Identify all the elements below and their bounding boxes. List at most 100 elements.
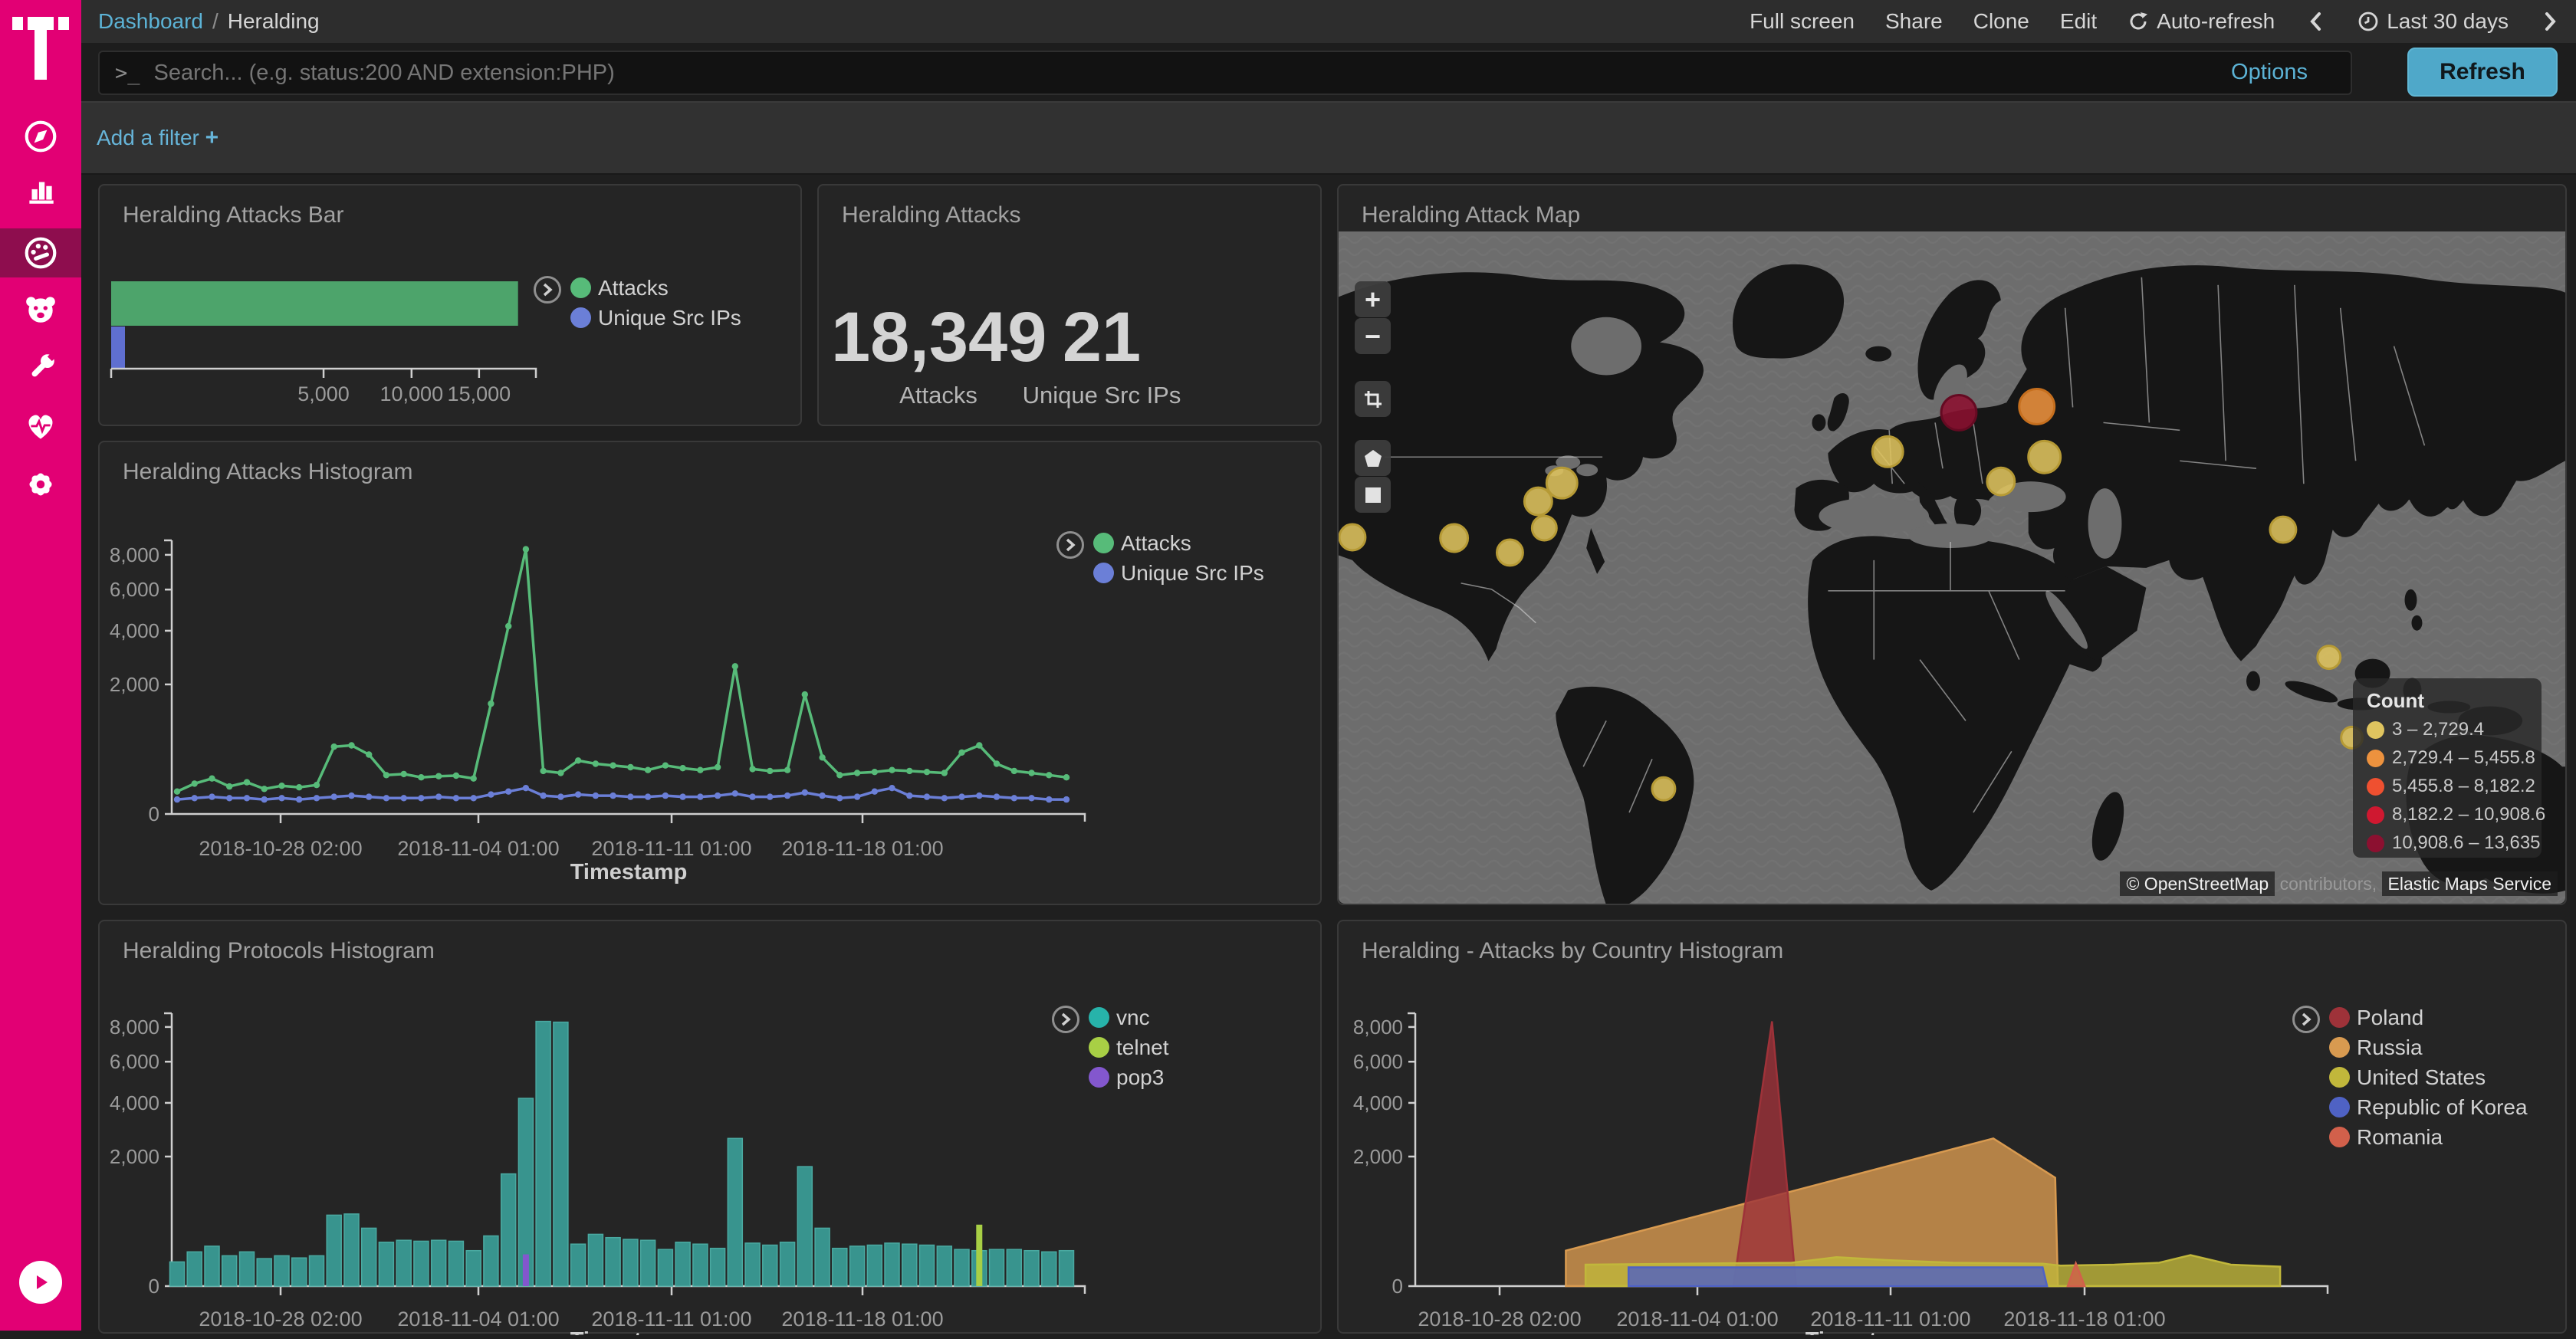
svg-text:2018-11-18 01:00: 2018-11-18 01:00: [2003, 1308, 2165, 1331]
svg-text:2018-11-18 01:00: 2018-11-18 01:00: [781, 837, 943, 860]
map-legend-dot: [2367, 750, 2384, 767]
legend-toggle-button[interactable]: [2292, 1006, 2320, 1033]
plus-icon: +: [205, 125, 219, 150]
legend-toggle-button[interactable]: [1052, 1006, 1079, 1033]
map-legend-item: 10,908.6 – 13,635: [2367, 832, 2542, 854]
sidebar-item-management[interactable]: [0, 460, 81, 509]
t-mobile-logo[interactable]: [8, 11, 74, 84]
legend-item[interactable]: Romania: [2329, 1127, 2528, 1147]
svg-text:8,000: 8,000: [110, 543, 159, 566]
map-legend-label: 3 – 2,729.4: [2392, 719, 2484, 740]
legend-item[interactable]: pop3: [1089, 1067, 1169, 1088]
map-legend-dot: [2367, 835, 2384, 852]
legend-label: Unique Src IPs: [598, 307, 741, 328]
metric-value: 21: [994, 302, 1209, 372]
legend-item[interactable]: Russia: [2329, 1037, 2528, 1058]
legend-toggle-button[interactable]: [534, 276, 561, 304]
sidebar-item-monitoring[interactable]: [0, 402, 81, 451]
add-filter-link[interactable]: Add a filter +: [97, 125, 219, 151]
map-legend-label: 8,182.2 – 10,908.6: [2392, 804, 2545, 825]
legend-label: Russia: [2357, 1037, 2423, 1058]
ems-link[interactable]: Elastic Maps Service: [2382, 871, 2558, 896]
svg-text:15,000: 15,000: [448, 382, 511, 405]
legend-color-dot: [1093, 533, 1114, 553]
options-link[interactable]: Options: [2231, 43, 2308, 101]
legend-color-dot: [2329, 1127, 2350, 1147]
legend-item[interactable]: Republic of Korea: [2329, 1097, 2528, 1117]
bar-chart-icon: [23, 173, 58, 208]
breadcrumb-current: Heralding: [228, 9, 320, 34]
query-bar: >_ Options Refresh: [81, 43, 2576, 101]
chart-legend: Attacks Unique Src IPs: [1056, 533, 1264, 592]
map-fit-bounds-button[interactable]: [1355, 381, 1391, 417]
sidebar: [0, 0, 81, 1331]
osm-link[interactable]: © OpenStreetMap: [2120, 871, 2275, 896]
chevron-right-icon[interactable]: [2539, 11, 2561, 32]
refresh-button[interactable]: Refresh: [2407, 48, 2558, 97]
svg-text:2,000: 2,000: [110, 673, 159, 696]
legend-label: Attacks: [598, 277, 669, 298]
svg-text:2018-10-28 02:00: 2018-10-28 02:00: [1418, 1308, 1581, 1331]
search-input-container: >_: [98, 51, 2352, 95]
panel-heralding-attacks-histogram: Heralding Attacks Histogram 02,0004,0006…: [98, 441, 1322, 905]
map-draw-polygon-button[interactable]: [1355, 440, 1391, 476]
chart-legend: vnc telnet pop3: [1052, 1007, 1169, 1097]
clone-button[interactable]: Clone: [1973, 9, 2029, 34]
time-range-picker[interactable]: Last 30 days: [2358, 9, 2509, 34]
svg-text:Timestamp: Timestamp: [570, 1328, 688, 1335]
svg-text:2018-11-04 01:00: 2018-11-04 01:00: [1616, 1308, 1778, 1331]
svg-text:8,000: 8,000: [1353, 1016, 1403, 1039]
map-legend-label: 10,908.6 – 13,635: [2392, 832, 2541, 854]
dashboard-gauge-icon: [23, 235, 58, 271]
legend-label: pop3: [1116, 1067, 1164, 1088]
sidebar-item-visualize[interactable]: [0, 166, 81, 215]
search-input[interactable]: [154, 61, 2351, 86]
world-map[interactable]: + −: [1339, 231, 2565, 904]
legend-item[interactable]: Unique Src IPs: [570, 307, 741, 328]
attacks-histogram-chart[interactable]: 02,0004,0006,0008,0002018-10-28 02:00201…: [100, 442, 1323, 907]
map-zoom-in-button[interactable]: +: [1355, 281, 1391, 317]
legend-item[interactable]: Unique Src IPs: [1093, 563, 1264, 583]
legend-item[interactable]: telnet: [1089, 1037, 1169, 1058]
map-zoom-out-button[interactable]: −: [1355, 318, 1391, 354]
legend-color-dot: [1089, 1067, 1109, 1088]
sidebar-item-timelion[interactable]: [0, 284, 81, 333]
svg-text:2018-10-28 02:00: 2018-10-28 02:00: [199, 837, 362, 860]
sidebar-item-dashboard[interactable]: [0, 228, 81, 277]
legend-item[interactable]: Attacks: [570, 277, 741, 298]
share-button[interactable]: Share: [1885, 9, 1943, 34]
legend-item[interactable]: vnc: [1089, 1007, 1169, 1028]
svg-text:2018-11-11 01:00: 2018-11-11 01:00: [591, 1308, 751, 1331]
chart-legend: Poland Russia United States Republic of …: [2292, 1007, 2528, 1157]
svg-text:0: 0: [149, 802, 159, 825]
full-screen-button[interactable]: Full screen: [1750, 9, 1855, 34]
svg-text:2,000: 2,000: [1353, 1145, 1403, 1168]
legend-item[interactable]: United States: [2329, 1067, 2528, 1088]
protocols-histogram-chart[interactable]: 02,0004,0006,0008,0002018-10-28 02:00201…: [100, 921, 1323, 1335]
legend-item[interactable]: Attacks: [1093, 533, 1264, 553]
svg-text:4,000: 4,000: [110, 1091, 159, 1114]
legend-item[interactable]: Poland: [2329, 1007, 2528, 1028]
dashboard-grid: Heralding Attacks Bar 5,00010,00015,000 …: [0, 175, 2576, 1331]
panel-heralding-attacks-by-country: Heralding - Attacks by Country Histogram…: [1337, 920, 2567, 1334]
sidebar-item-dev-tools[interactable]: [0, 343, 81, 392]
svg-text:6,000: 6,000: [1353, 1050, 1403, 1073]
chevron-left-icon[interactable]: [2305, 11, 2327, 32]
svg-text:6,000: 6,000: [110, 1050, 159, 1073]
auto-refresh-button[interactable]: Auto-refresh: [2128, 9, 2275, 34]
map-draw-rectangle-button[interactable]: [1355, 477, 1391, 513]
sidebar-item-discover[interactable]: [0, 112, 81, 161]
panel-title: Heralding Attacks Histogram: [123, 459, 413, 485]
panel-title: Heralding - Attacks by Country Histogram: [1362, 938, 1783, 964]
map-legend-item: 2,729.4 – 5,455.8: [2367, 747, 2542, 769]
map-legend-label: 5,455.8 – 8,182.2: [2392, 776, 2535, 797]
kibana-app: Dashboard / Heralding Full screen Share …: [0, 0, 2576, 1331]
breadcrumb-dashboard-link[interactable]: Dashboard: [98, 9, 203, 34]
legend-toggle-button[interactable]: [1056, 531, 1084, 559]
edit-button[interactable]: Edit: [2060, 9, 2097, 34]
legend-color-dot: [1089, 1037, 1109, 1058]
legend-color-dot: [570, 307, 591, 328]
svg-text:2018-11-18 01:00: 2018-11-18 01:00: [781, 1308, 943, 1331]
legend-color-dot: [1093, 563, 1114, 583]
sidebar-expand-button[interactable]: [19, 1261, 62, 1304]
